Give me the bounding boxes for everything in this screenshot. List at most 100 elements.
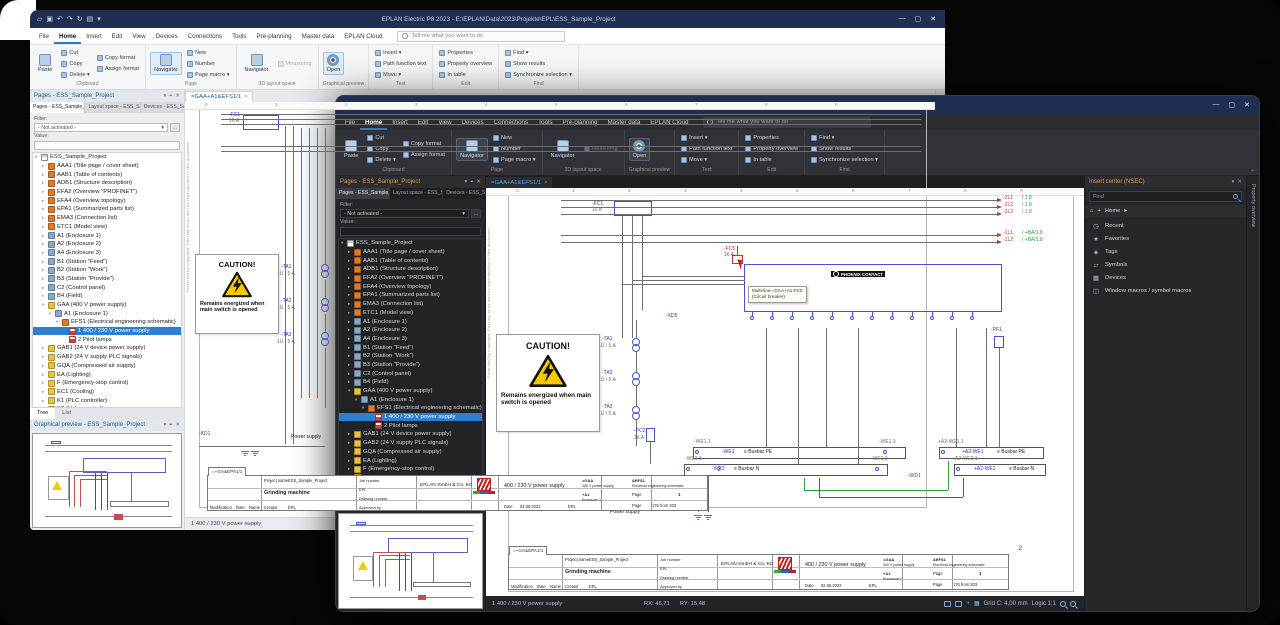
zoom-out-icon[interactable] [1070,601,1076,607]
panel-close-icon[interactable]: ✕ [175,422,180,429]
tree-item[interactable]: ▸B3 (Station "Provide") [33,275,181,284]
grid-icon[interactable]: ▦ [974,600,980,607]
menu-tab-edit[interactable]: Edit [107,29,128,44]
navigator-button[interactable]: Navigator [150,52,182,75]
open-icon[interactable]: ▣ [46,16,53,23]
navigator-button[interactable]: Navigator [241,52,273,75]
menu-tab-pre-planning[interactable]: Pre-planning [252,29,297,44]
qat-dropdown-icon[interactable]: ▾ [97,16,101,23]
panel-tab-2[interactable]: Devices - ESS_Sample_... [141,102,184,113]
cut-button[interactable]: Cut [59,48,92,58]
delete-button[interactable]: Delete ▾ [59,70,92,80]
tree-item[interactable]: ▾A1 (Enclosure 1) [33,309,181,318]
tree-item[interactable]: ▸AAB1 (Table of contents) [33,170,181,179]
menu-tab-home[interactable]: Home [54,29,81,44]
tree-item[interactable]: ▸ETC1 (Model view) [33,223,181,232]
menu-tab-view[interactable]: View [127,29,150,44]
tree-item[interactable]: ▸F (Emergency-stop control) [33,379,181,388]
tree-item[interactable]: ▸GAB2 (24 V supply PLC signals) [33,353,181,362]
menu-tab-eplan-cloud[interactable]: EPLAN Cloud [339,29,387,44]
insert-center-header[interactable]: Insert center (NSEC) ▾✕ [1085,176,1246,188]
page-macro-button[interactable]: Page macro ▾ [185,70,232,80]
insert-center-item-tags[interactable]: ◈Tags [1085,245,1246,258]
tree-item[interactable]: 2 Pilot lamps [33,335,181,344]
synchronize-selection-button[interactable]: Synchronize selection ▾ [503,70,574,80]
path-function-text-button[interactable]: Path function text [373,59,428,69]
insert-center-item-recent[interactable]: ◷Recent [1085,219,1246,232]
tree-item[interactable]: ▸EMA3 (Connection list) [33,214,181,223]
insert-center-item-devices[interactable]: ▦Devices [1085,271,1246,284]
tree-item[interactable]: ▸B4 (Field) [33,292,181,301]
breadcrumb[interactable]: Home [1105,208,1120,214]
tree-item[interactable]: ▸A1 (Enclosure 1) [33,231,181,240]
panel-dropdown-icon[interactable]: ▾ [164,93,167,100]
tree-item[interactable]: ▸K2 (Valve control) [33,405,181,408]
menu-tab-devices[interactable]: Devices [151,29,183,44]
insert-button[interactable]: Insert ▾ [373,48,428,58]
show-results-button[interactable]: Show results [503,59,574,69]
tree-item[interactable]: ▸A2 (Enclosure 2) [33,240,181,249]
menu-tab-insert[interactable]: Insert [81,29,106,44]
tab-close-icon[interactable]: × [244,94,247,100]
insert-center-item-window-macros-symbol-macros[interactable]: ◫Window macros / symbol macros [1085,284,1246,297]
monitor-icon[interactable] [944,601,951,607]
copy-button[interactable]: Copy [59,59,92,69]
restore-button[interactable]: ▢ [915,15,922,23]
value-input[interactable] [34,141,180,150]
restore-button[interactable]: ▢ [1229,101,1236,109]
number-button[interactable]: Number [185,59,232,69]
refresh-icon[interactable]: ↻ [77,16,83,23]
tree-item[interactable]: ▸K1 (PLC controller) [33,396,181,405]
property-overview-button[interactable]: Property overview [437,59,494,69]
menu-tab-master-data[interactable]: Master data [297,29,340,44]
tree-item[interactable]: ▸EFA2 (Overview "PROFINET") [33,188,181,197]
panel-tab-0[interactable]: Pages - ESS_Sample_P... [30,102,85,113]
menu-tab-tools[interactable]: Tools [227,29,251,44]
tell-me-search[interactable]: Tell me what you want to do [397,31,565,42]
minimize-button[interactable]: — [1213,101,1220,109]
filter-dropdown[interactable]: - Not activated -▾ [34,123,168,132]
in-table-button[interactable]: In table [437,70,494,80]
tree-item[interactable]: ▸EPA1 (Summarized parts list) [33,205,181,214]
measuring-button[interactable]: Measuring [276,59,314,69]
new-button[interactable]: New [185,48,232,58]
close-button[interactable]: ✕ [1244,101,1250,109]
pages-panel-header[interactable]: Pages - ESS_Sample_Project ▾⌖✕ [30,90,184,102]
find-button[interactable]: Find ▾ [503,48,574,58]
panel-tab-1[interactable]: Layout space - ESS_Sa... [85,102,140,113]
move-button[interactable]: Move ▾ [373,70,428,80]
monitor-2-icon[interactable] [955,601,962,607]
schematic-canvas-front[interactable]: 0123456789 Protected by copyright. Passi… [486,188,1084,596]
zoom-in-icon[interactable] [1060,601,1066,607]
paste-button[interactable]: Paste [34,52,56,75]
tree-item[interactable]: ▸C2 (Control panel) [33,283,181,292]
grid-setting[interactable]: Grid C: 4,00 mm [984,601,1028,607]
ribbon-collapse-icon[interactable]: ⌄ [1250,166,1255,173]
redo-icon[interactable]: ↷ [67,16,73,23]
tree-item[interactable]: ▸AAA1 (Title page / cover sheet) [33,162,181,171]
panel-pin-icon[interactable]: ⌖ [169,422,172,429]
graphical-preview-thumbnail[interactable] [338,513,483,609]
open-button[interactable]: Open [323,52,345,75]
undo-icon[interactable]: ↶ [57,16,63,23]
tree-item[interactable]: 1 400 / 230 V power supply [33,327,181,336]
tree-item[interactable]: ▸B1 (Station "Feed") [33,257,181,266]
assign-format-button[interactable]: Assign format [95,64,141,74]
tree-item[interactable]: ▸EFA4 (Overview topology) [33,196,181,205]
tab-list[interactable]: List [55,408,78,419]
menu-tab-connections[interactable]: Connections [183,29,227,44]
tree-item[interactable]: ▾EFS1 (Electrical engineering schematic) [33,318,181,327]
panel-pin-icon[interactable]: ⌖ [169,93,172,100]
tree-item[interactable]: ▸GQA (Compressed air supply) [33,362,181,371]
tree-item[interactable]: ▸EA (Lighting) [33,370,181,379]
plus-icon[interactable]: + [966,601,970,607]
filter-more-button[interactable]: ... [170,123,180,132]
tree-item[interactable]: ▸A4 (Enclosure 3) [33,249,181,258]
home-icon[interactable]: ⌂ [1090,208,1094,214]
tab-tree[interactable]: Tree [30,408,55,419]
close-button[interactable]: ✕ [930,15,936,23]
tree-item[interactable]: ▸B2 (Station "Work") [33,266,181,275]
panel-close-icon[interactable]: ✕ [175,93,180,100]
new-icon[interactable]: ▱ [37,16,42,23]
insert-center-item-symbols[interactable]: ▱Symbols [1085,258,1246,271]
